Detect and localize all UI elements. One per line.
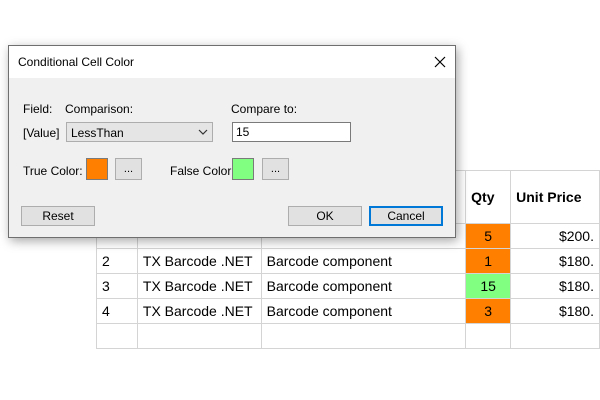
compare-to-input[interactable] (232, 122, 351, 142)
cell-qty[interactable]: 1 (465, 248, 512, 274)
true-color-swatch (86, 158, 108, 180)
cell-price[interactable]: $180. (510, 273, 600, 299)
ok-button[interactable]: OK (288, 206, 362, 226)
close-icon (434, 56, 446, 68)
app-canvas: Qty Unit Price 5 $200. 2 TX Barcode .NET… (0, 0, 600, 400)
header-cell-unit-price[interactable]: Unit Price (510, 170, 600, 224)
chevron-down-icon (198, 129, 208, 135)
table-row-empty[interactable] (96, 323, 600, 349)
dialog-titlebar[interactable]: Conditional Cell Color (9, 46, 455, 78)
reset-button[interactable]: Reset (21, 206, 95, 226)
cell-no[interactable]: 2 (96, 248, 138, 274)
cell-description[interactable]: Barcode component (260, 298, 467, 324)
cell-price[interactable]: $200. (510, 223, 600, 249)
false-color-swatch (232, 158, 254, 180)
cell-empty[interactable] (260, 323, 467, 349)
cell-qty[interactable]: 5 (465, 223, 512, 249)
header-cell-qty[interactable]: Qty (465, 170, 512, 224)
cell-qty[interactable]: 3 (465, 298, 512, 324)
table-row[interactable]: 4 TX Barcode .NET Barcode component 3 $1… (96, 298, 600, 324)
cell-no[interactable]: 4 (96, 298, 138, 324)
true-color-label: True Color: (23, 164, 83, 178)
cell-description[interactable]: Barcode component (260, 248, 467, 274)
conditional-cell-color-dialog: Conditional Cell Color Field: Comparison… (8, 45, 456, 238)
false-color-picker-button[interactable]: ... (262, 158, 289, 180)
close-button[interactable] (425, 46, 455, 78)
cell-no[interactable]: 3 (96, 273, 138, 299)
cell-empty[interactable] (510, 323, 600, 349)
cell-qty[interactable]: 15 (465, 273, 512, 299)
false-color-label: False Color: (170, 164, 235, 178)
cell-price[interactable]: $180. (510, 298, 600, 324)
cell-empty[interactable] (96, 323, 138, 349)
cell-product[interactable]: TX Barcode .NET (136, 298, 262, 324)
cell-description[interactable]: Barcode component (260, 273, 467, 299)
cell-product[interactable]: TX Barcode .NET (136, 248, 262, 274)
compare-to-label: Compare to: (231, 102, 298, 116)
cell-empty[interactable] (465, 323, 512, 349)
field-value: [Value] (23, 126, 60, 140)
true-color-picker-button[interactable]: ... (115, 158, 142, 180)
comparison-selected-value: LessThan (71, 126, 124, 140)
cell-empty[interactable] (136, 323, 262, 349)
comparison-label: Comparison: (65, 102, 134, 116)
cell-price[interactable]: $180. (510, 248, 600, 274)
comparison-dropdown[interactable]: LessThan (66, 122, 213, 142)
dialog-title: Conditional Cell Color (18, 55, 135, 69)
cell-product[interactable]: TX Barcode .NET (136, 273, 262, 299)
cancel-button[interactable]: Cancel (369, 206, 443, 226)
table-row[interactable]: 3 TX Barcode .NET Barcode component 15 $… (96, 273, 600, 299)
field-label: Field: (23, 102, 53, 116)
table-row[interactable]: 2 TX Barcode .NET Barcode component 1 $1… (96, 248, 600, 274)
